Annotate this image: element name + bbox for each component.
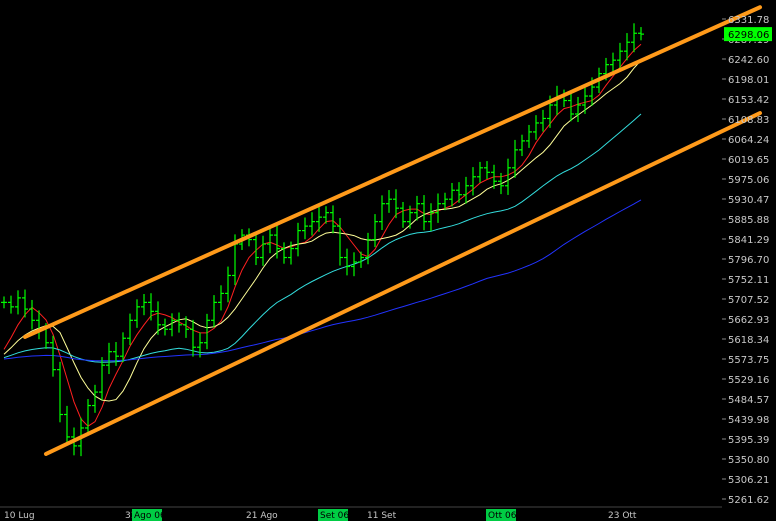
- price-tick-label: 6331.78: [728, 15, 769, 26]
- price-tick-label: 5707.52: [728, 295, 769, 306]
- price-tick-label: 5573.75: [728, 355, 769, 366]
- last-price-label: 6298.06: [728, 30, 769, 41]
- price-tick-label: 5841.29: [728, 235, 769, 246]
- price-chart: 6331.786287.196242.606198.016153.426108.…: [0, 0, 776, 521]
- price-tick-label: 6198.01: [728, 75, 769, 86]
- price-tick-label: 6064.24: [728, 135, 769, 146]
- price-tick-label: 6019.65: [728, 155, 769, 166]
- price-tick-label: 5306.21: [728, 475, 769, 486]
- price-tick-label: 5930.47: [728, 195, 769, 206]
- price-tick-label: 5395.39: [728, 435, 769, 446]
- price-tick-label: 6153.42: [728, 95, 769, 106]
- date-tick-label: 21 Ago: [246, 511, 278, 521]
- month-marker-label: Set 06: [320, 511, 349, 521]
- date-tick-label: 11 Set: [367, 511, 397, 521]
- date-tick-label: 10 Lug: [4, 511, 35, 521]
- price-tick-label: 5261.62: [728, 495, 769, 506]
- price-tick-label: 5350.80: [728, 455, 769, 466]
- price-tick-label: 5752.11: [728, 275, 769, 286]
- price-tick-label: 5484.57: [728, 395, 769, 406]
- price-tick-label: 6242.60: [728, 55, 769, 66]
- price-tick-label: 5796.70: [728, 255, 769, 266]
- date-tick-label: 23 Ott: [608, 511, 637, 521]
- month-marker-label: Ott 06: [488, 511, 517, 521]
- chart-background: [0, 0, 776, 521]
- price-tick-label: 6108.83: [728, 115, 769, 126]
- price-tick-label: 5529.16: [728, 375, 769, 386]
- price-tick-label: 5618.34: [728, 335, 769, 346]
- price-tick-label: 5662.93: [728, 315, 769, 326]
- price-tick-label: 5439.98: [728, 415, 769, 426]
- last-price-marker: 6298.06: [724, 27, 772, 42]
- month-marker-label: Ago 06: [134, 511, 166, 521]
- price-tick-label: 5975.06: [728, 175, 769, 186]
- price-tick-label: 5885.88: [728, 215, 769, 226]
